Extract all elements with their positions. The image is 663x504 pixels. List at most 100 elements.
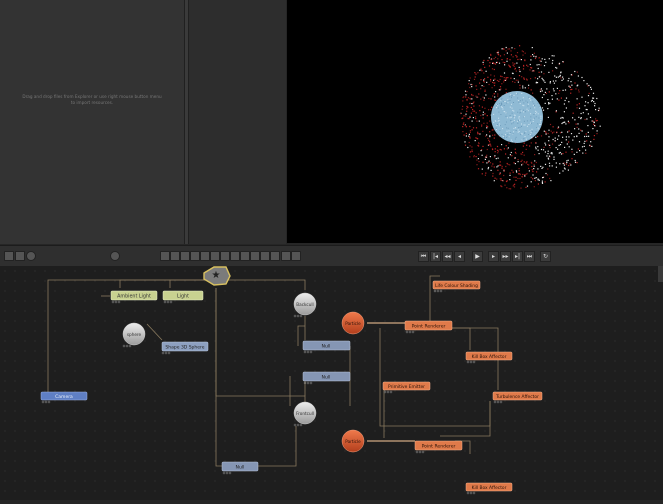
node-graph-canvas[interactable]: ★ Ambient Light Light sphere Shape 3D Sp… <box>0 266 663 500</box>
next-frame-button[interactable]: ▸ <box>488 251 499 262</box>
node-port[interactable] <box>296 423 300 427</box>
node-port[interactable] <box>309 350 313 354</box>
fast-forward-button[interactable]: ▸▸ <box>500 251 511 262</box>
node-port[interactable] <box>499 400 503 404</box>
node-port[interactable] <box>161 351 165 355</box>
graph-tool-icon[interactable] <box>250 251 260 261</box>
graph-tool-icon[interactable] <box>220 251 230 261</box>
particle-node-1[interactable]: Particle <box>341 311 365 335</box>
frontcull-node[interactable]: Frontcull <box>293 401 317 425</box>
null-node-2[interactable]: Null <box>302 371 351 382</box>
node-port[interactable] <box>306 381 310 385</box>
node-port[interactable] <box>411 330 415 334</box>
settings-icon[interactable] <box>110 251 120 261</box>
node-port[interactable] <box>386 390 390 394</box>
node-graph[interactable]: ★ Ambient Light Light sphere Shape 3D Sp… <box>0 266 663 500</box>
node-port[interactable] <box>469 360 473 364</box>
node-port[interactable] <box>163 300 167 304</box>
node-port[interactable] <box>306 350 310 354</box>
graph-tool-icon[interactable] <box>270 251 280 261</box>
node-port[interactable] <box>405 330 409 334</box>
node-port[interactable] <box>309 381 313 385</box>
node-port[interactable] <box>228 471 232 475</box>
turbulence-affector-node[interactable]: Turbulence Affector <box>492 391 543 401</box>
node-port[interactable] <box>128 344 132 348</box>
node-port[interactable] <box>408 330 412 334</box>
to-start-button[interactable]: ⏮ <box>418 251 429 262</box>
node-port[interactable] <box>225 471 229 475</box>
graph-scrollbar[interactable] <box>658 266 663 282</box>
node-port[interactable] <box>433 289 437 293</box>
node-port[interactable] <box>293 314 297 318</box>
node-port[interactable] <box>164 351 168 355</box>
shape-3d-sphere-node[interactable]: Shape 3D Sphere <box>161 341 209 352</box>
node-port[interactable] <box>293 423 297 427</box>
node-port[interactable] <box>303 350 307 354</box>
node-port[interactable] <box>469 491 473 495</box>
sphere-node[interactable]: sphere <box>122 322 146 346</box>
node-port[interactable] <box>222 471 226 475</box>
kill-box-affector-node-2[interactable]: Kill Box Affector <box>465 482 513 492</box>
node-port[interactable] <box>439 289 443 293</box>
graph-tool-icon[interactable] <box>240 251 250 261</box>
point-renderer-node-2[interactable]: Point Renderer <box>414 440 463 451</box>
node-port[interactable] <box>436 289 440 293</box>
ambient-light-node[interactable]: Ambient Light <box>110 290 158 301</box>
primitive-emitter-node[interactable]: Primitive Emitter <box>382 381 431 391</box>
kill-box-affector-node-1[interactable]: Kill Box Affector <box>465 351 513 361</box>
node-port[interactable] <box>167 351 171 355</box>
node-port[interactable] <box>41 400 45 404</box>
step-back-button[interactable]: |◂ <box>430 251 441 262</box>
node-port[interactable] <box>415 450 419 454</box>
node-port[interactable] <box>122 344 126 348</box>
node-port[interactable] <box>389 390 393 394</box>
graph-tool-icon[interactable] <box>170 251 180 261</box>
node-port[interactable] <box>125 344 129 348</box>
graph-tool-icon[interactable] <box>190 251 200 261</box>
layout-icon[interactable] <box>15 251 25 261</box>
graph-tool-icon[interactable] <box>281 251 291 261</box>
node-port[interactable] <box>493 400 497 404</box>
graph-tool-icon[interactable] <box>260 251 270 261</box>
point-renderer-node-1[interactable]: Point Renderer <box>404 320 453 331</box>
life-colour-shading-node[interactable]: Life Colour Shading <box>432 280 481 290</box>
node-port[interactable] <box>299 314 303 318</box>
camera-node[interactable]: Camera <box>40 391 88 401</box>
root-node[interactable]: ★ <box>203 266 231 286</box>
explorer-pane[interactable]: Drag and drop files from Explorer or use… <box>0 0 184 244</box>
null-node-3[interactable]: Null <box>221 461 259 472</box>
node-port[interactable] <box>117 300 121 304</box>
node-port[interactable] <box>496 400 500 404</box>
node-port[interactable] <box>296 314 300 318</box>
play-button[interactable]: ▶ <box>472 251 483 262</box>
light-node[interactable]: Light <box>162 290 204 301</box>
node-port[interactable] <box>111 300 115 304</box>
splitter-grip[interactable] <box>185 0 188 244</box>
node-port[interactable] <box>44 400 48 404</box>
graph-tool-icon[interactable] <box>230 251 240 261</box>
particle-node-2[interactable]: Particle <box>341 429 365 453</box>
node-port[interactable] <box>466 491 470 495</box>
node-port[interactable] <box>299 423 303 427</box>
node-port[interactable] <box>466 360 470 364</box>
gear-icon[interactable] <box>26 251 36 261</box>
node-port[interactable] <box>421 450 425 454</box>
backcull-node[interactable]: Backcull <box>293 292 317 316</box>
null-node-1[interactable]: Null <box>302 340 351 351</box>
graph-tool-icon[interactable] <box>160 251 170 261</box>
node-port[interactable] <box>169 300 173 304</box>
node-port[interactable] <box>472 491 476 495</box>
graph-tool-icon[interactable] <box>210 251 220 261</box>
viewport[interactable] <box>287 0 663 243</box>
graph-tool-icon[interactable] <box>200 251 210 261</box>
graph-tool-icon[interactable] <box>291 251 301 261</box>
to-end-button[interactable]: ⏭ <box>524 251 535 262</box>
properties-pane[interactable] <box>189 0 286 244</box>
rewind-button[interactable]: ◂◂ <box>442 251 453 262</box>
node-port[interactable] <box>472 360 476 364</box>
node-port[interactable] <box>166 300 170 304</box>
graph-tool-icon[interactable] <box>180 251 190 261</box>
node-port[interactable] <box>47 400 51 404</box>
layout-icon[interactable] <box>4 251 14 261</box>
node-port[interactable] <box>114 300 118 304</box>
